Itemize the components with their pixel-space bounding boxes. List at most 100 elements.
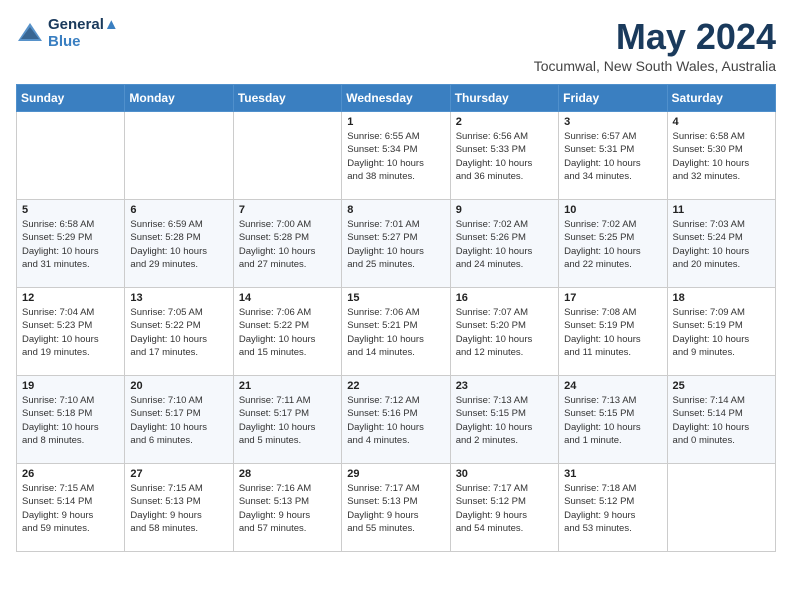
day-number: 3	[564, 116, 661, 128]
logo: General▲ Blue	[16, 16, 119, 50]
calendar-cell: 20 Sunrise: 7:10 AM Sunset: 5:17 PM Dayli…	[125, 376, 233, 464]
location-title: Tocumwal, New South Wales, Australia	[534, 58, 776, 74]
calendar-cell	[125, 112, 233, 200]
day-number: 11	[673, 204, 770, 216]
day-info: Sunrise: 6:56 AM Sunset: 5:33 PM Dayligh…	[456, 130, 553, 183]
calendar-week-row: 12 Sunrise: 7:04 AM Sunset: 5:23 PM Dayli…	[17, 288, 776, 376]
calendar-cell: 2 Sunrise: 6:56 AM Sunset: 5:33 PM Daylig…	[450, 112, 558, 200]
day-info: Sunrise: 7:17 AM Sunset: 5:13 PM Dayligh…	[347, 482, 444, 535]
day-number: 31	[564, 468, 661, 480]
day-number: 7	[239, 204, 336, 216]
day-number: 23	[456, 380, 553, 392]
day-number: 15	[347, 292, 444, 304]
weekday-header-row: SundayMondayTuesdayWednesdayThursdayFrid…	[17, 85, 776, 112]
calendar-cell: 4 Sunrise: 6:58 AM Sunset: 5:30 PM Daylig…	[667, 112, 775, 200]
month-title: May 2024	[534, 16, 776, 58]
calendar-cell	[667, 464, 775, 552]
calendar-week-row: 26 Sunrise: 7:15 AM Sunset: 5:14 PM Dayli…	[17, 464, 776, 552]
day-info: Sunrise: 7:00 AM Sunset: 5:28 PM Dayligh…	[239, 218, 336, 271]
day-info: Sunrise: 7:03 AM Sunset: 5:24 PM Dayligh…	[673, 218, 770, 271]
calendar-cell: 22 Sunrise: 7:12 AM Sunset: 5:16 PM Dayli…	[342, 376, 450, 464]
calendar-week-row: 19 Sunrise: 7:10 AM Sunset: 5:18 PM Dayli…	[17, 376, 776, 464]
day-number: 19	[22, 380, 119, 392]
day-info: Sunrise: 7:13 AM Sunset: 5:15 PM Dayligh…	[456, 394, 553, 447]
day-info: Sunrise: 7:09 AM Sunset: 5:19 PM Dayligh…	[673, 306, 770, 359]
day-info: Sunrise: 7:02 AM Sunset: 5:25 PM Dayligh…	[564, 218, 661, 271]
calendar-cell: 8 Sunrise: 7:01 AM Sunset: 5:27 PM Daylig…	[342, 200, 450, 288]
day-number: 20	[130, 380, 227, 392]
day-number: 2	[456, 116, 553, 128]
day-number: 16	[456, 292, 553, 304]
calendar-cell: 24Sunrise: 7:13 AM Sunset: 5:15 PM Dayli…	[559, 376, 667, 464]
day-info: Sunrise: 7:15 AM Sunset: 5:14 PM Dayligh…	[22, 482, 119, 535]
weekday-header: Tuesday	[233, 85, 341, 112]
day-number: 9	[456, 204, 553, 216]
calendar-cell: 7 Sunrise: 7:00 AM Sunset: 5:28 PM Daylig…	[233, 200, 341, 288]
calendar-table: SundayMondayTuesdayWednesdayThursdayFrid…	[16, 84, 776, 552]
day-info: Sunrise: 7:11 AM Sunset: 5:17 PM Dayligh…	[239, 394, 336, 447]
weekday-header: Thursday	[450, 85, 558, 112]
day-info: Sunrise: 7:05 AM Sunset: 5:22 PM Dayligh…	[130, 306, 227, 359]
day-info: Sunrise: 7:07 AM Sunset: 5:20 PM Dayligh…	[456, 306, 553, 359]
day-number: 25	[673, 380, 770, 392]
calendar-cell: 25 Sunrise: 7:14 AM Sunset: 5:14 PM Dayli…	[667, 376, 775, 464]
day-number: 28	[239, 468, 336, 480]
calendar-cell: 10Sunrise: 7:02 AM Sunset: 5:25 PM Dayli…	[559, 200, 667, 288]
calendar-cell: 23 Sunrise: 7:13 AM Sunset: 5:15 PM Dayli…	[450, 376, 558, 464]
day-info: Sunrise: 6:55 AM Sunset: 5:34 PM Dayligh…	[347, 130, 444, 183]
day-number: 1	[347, 116, 444, 128]
day-number: 5	[22, 204, 119, 216]
calendar-cell: 14Sunrise: 7:06 AM Sunset: 5:22 PM Dayli…	[233, 288, 341, 376]
day-info: Sunrise: 6:59 AM Sunset: 5:28 PM Dayligh…	[130, 218, 227, 271]
day-number: 8	[347, 204, 444, 216]
calendar-cell: 5Sunrise: 6:58 AM Sunset: 5:29 PM Daylig…	[17, 200, 125, 288]
day-number: 6	[130, 204, 227, 216]
calendar-cell: 28 Sunrise: 7:16 AM Sunset: 5:13 PM Dayli…	[233, 464, 341, 552]
calendar-cell	[17, 112, 125, 200]
day-info: Sunrise: 7:16 AM Sunset: 5:13 PM Dayligh…	[239, 482, 336, 535]
day-number: 17	[564, 292, 661, 304]
day-info: Sunrise: 7:17 AM Sunset: 5:12 PM Dayligh…	[456, 482, 553, 535]
calendar-cell: 30 Sunrise: 7:17 AM Sunset: 5:12 PM Dayli…	[450, 464, 558, 552]
weekday-header: Saturday	[667, 85, 775, 112]
calendar-cell: 31Sunrise: 7:18 AM Sunset: 5:12 PM Dayli…	[559, 464, 667, 552]
calendar-cell: 6 Sunrise: 6:59 AM Sunset: 5:28 PM Daylig…	[125, 200, 233, 288]
day-number: 30	[456, 468, 553, 480]
calendar-cell: 1 Sunrise: 6:55 AM Sunset: 5:34 PM Daylig…	[342, 112, 450, 200]
day-info: Sunrise: 7:14 AM Sunset: 5:14 PM Dayligh…	[673, 394, 770, 447]
calendar-cell: 9Sunrise: 7:02 AM Sunset: 5:26 PM Daylig…	[450, 200, 558, 288]
calendar-cell: 17 Sunrise: 7:08 AM Sunset: 5:19 PM Dayli…	[559, 288, 667, 376]
day-info: Sunrise: 7:06 AM Sunset: 5:21 PM Dayligh…	[347, 306, 444, 359]
page-header: General▲ Blue May 2024 Tocumwal, New Sou…	[16, 16, 776, 74]
day-info: Sunrise: 7:10 AM Sunset: 5:18 PM Dayligh…	[22, 394, 119, 447]
day-number: 27	[130, 468, 227, 480]
calendar-cell: 12 Sunrise: 7:04 AM Sunset: 5:23 PM Dayli…	[17, 288, 125, 376]
day-number: 24	[564, 380, 661, 392]
day-info: Sunrise: 7:01 AM Sunset: 5:27 PM Dayligh…	[347, 218, 444, 271]
logo-icon	[16, 19, 44, 47]
day-info: Sunrise: 7:08 AM Sunset: 5:19 PM Dayligh…	[564, 306, 661, 359]
calendar-cell: 3 Sunrise: 6:57 AM Sunset: 5:31 PM Daylig…	[559, 112, 667, 200]
day-info: Sunrise: 6:57 AM Sunset: 5:31 PM Dayligh…	[564, 130, 661, 183]
weekday-header: Friday	[559, 85, 667, 112]
day-number: 14	[239, 292, 336, 304]
calendar-cell: 15 Sunrise: 7:06 AM Sunset: 5:21 PM Dayli…	[342, 288, 450, 376]
logo-text: General▲ Blue	[48, 16, 119, 50]
calendar-cell: 13Sunrise: 7:05 AM Sunset: 5:22 PM Dayli…	[125, 288, 233, 376]
day-number: 26	[22, 468, 119, 480]
calendar-cell: 26 Sunrise: 7:15 AM Sunset: 5:14 PM Dayli…	[17, 464, 125, 552]
day-number: 21	[239, 380, 336, 392]
day-info: Sunrise: 6:58 AM Sunset: 5:30 PM Dayligh…	[673, 130, 770, 183]
day-info: Sunrise: 7:12 AM Sunset: 5:16 PM Dayligh…	[347, 394, 444, 447]
day-info: Sunrise: 7:10 AM Sunset: 5:17 PM Dayligh…	[130, 394, 227, 447]
day-number: 12	[22, 292, 119, 304]
day-number: 22	[347, 380, 444, 392]
weekday-header: Wednesday	[342, 85, 450, 112]
day-info: Sunrise: 7:04 AM Sunset: 5:23 PM Dayligh…	[22, 306, 119, 359]
calendar-cell: 19 Sunrise: 7:10 AM Sunset: 5:18 PM Dayli…	[17, 376, 125, 464]
calendar-cell: 29Sunrise: 7:17 AM Sunset: 5:13 PM Dayli…	[342, 464, 450, 552]
calendar-cell: 16 Sunrise: 7:07 AM Sunset: 5:20 PM Dayli…	[450, 288, 558, 376]
day-number: 4	[673, 116, 770, 128]
calendar-cell: 18Sunrise: 7:09 AM Sunset: 5:19 PM Dayli…	[667, 288, 775, 376]
calendar-cell	[233, 112, 341, 200]
